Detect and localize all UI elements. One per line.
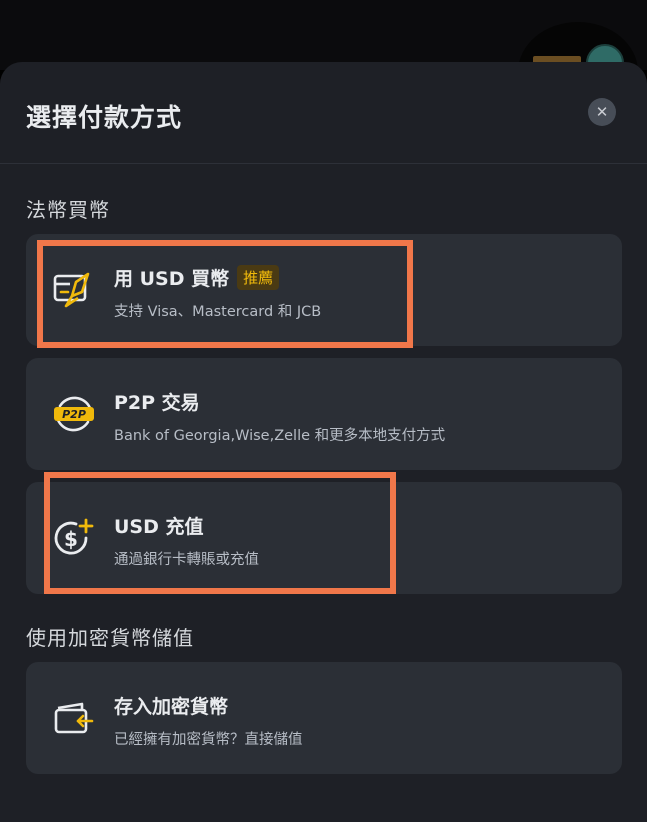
close-button[interactable]: ✕	[588, 98, 616, 126]
option-buy-with-usd[interactable]: 用 USD 買幣 推薦 支持 Visa、Mastercard 和 JCB	[26, 234, 622, 346]
option-title: USD 充值	[114, 516, 204, 538]
card-rocket-icon	[53, 272, 90, 308]
option-subtitle: 通過銀行卡轉賬或充值	[114, 552, 259, 568]
option-title: 存入加密貨幣	[114, 696, 229, 718]
option-p2p-trading[interactable]: P2P P2P 交易 Bank of Georgia,Wise,Zelle 和更…	[26, 358, 622, 470]
option-subtitle: Bank of Georgia,Wise,Zelle 和更多本地支付方式	[114, 428, 446, 444]
section-label-crypto: 使用加密貨幣儲值	[26, 626, 194, 650]
recommended-badge: 推薦	[237, 265, 280, 290]
p2p-icon: P2P	[54, 396, 94, 432]
payment-method-sheet: 選擇付款方式 ✕ 法幣買幣 用 USD 買幣 推薦 支持 Visa、Masterc…	[0, 62, 647, 822]
svg-text:P2P: P2P	[62, 408, 86, 421]
sheet-title: 選擇付款方式	[26, 103, 183, 132]
dollar-plus-icon: $	[54, 518, 94, 555]
sheet-header: 選擇付款方式 ✕	[0, 62, 647, 164]
option-subtitle: 支持 Visa、Mastercard 和 JCB	[114, 304, 322, 320]
option-title: 用 USD 買幣 推薦	[114, 264, 280, 291]
option-deposit-crypto[interactable]: 存入加密貨幣 已經擁有加密貨幣？直接儲值	[26, 662, 622, 774]
option-subtitle: 已經擁有加密貨幣？直接儲值	[114, 732, 303, 748]
option-usd-deposit[interactable]: $ USD 充值 通過銀行卡轉賬或充值	[26, 482, 622, 594]
option-title: P2P 交易	[114, 392, 200, 414]
svg-text:$: $	[64, 527, 78, 551]
wallet-deposit-icon	[54, 702, 94, 734]
section-label-fiat: 法幣買幣	[26, 198, 110, 222]
